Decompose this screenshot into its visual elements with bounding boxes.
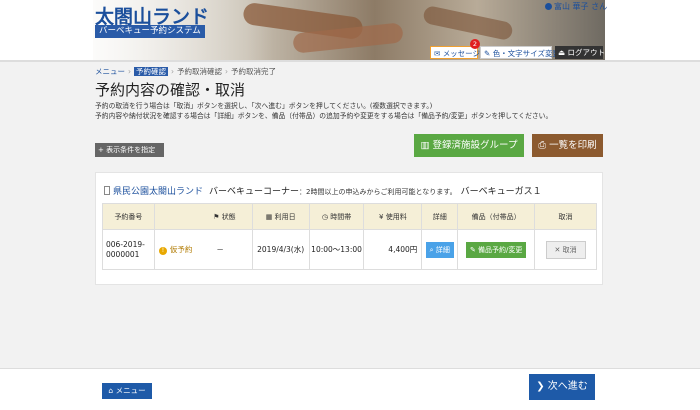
- column-header: 予約番号: [102, 203, 155, 230]
- column-header-status: ⚑ 状態: [153, 203, 253, 230]
- user-icon: [545, 3, 552, 10]
- status-cell: ! 仮予約 －: [153, 229, 253, 270]
- usage-date: 2019/4/3(水): [251, 229, 310, 270]
- page-title: 予約内容の確認・取消: [95, 81, 246, 99]
- close-icon: ✕: [554, 245, 563, 254]
- pencil-icon: ✎: [469, 245, 479, 254]
- page-description: 予約の取消を行う場合は「取消」ボタンを選択し、「次へ進む」ボタンを押してください…: [95, 101, 552, 121]
- table-row: 006-2019-0000001 ! 仮予約 － 2019/4/3(水) 10:00…: [102, 229, 597, 270]
- registered-group-label: 登録済施設グループ: [432, 140, 518, 151]
- usage-fee: 4,400円: [363, 229, 423, 270]
- equipment-cell: ✎ 備品予約/変更: [457, 229, 536, 270]
- logout-label: ログアウト: [567, 48, 605, 57]
- pencil-icon: ✎: [484, 49, 491, 58]
- clock-icon: ◷: [321, 212, 331, 221]
- column-header-date: ▦ 利用日: [251, 203, 310, 230]
- reservation-number: 006-2019-0000001: [102, 229, 155, 270]
- site-subtitle: バーベキュー予約システム: [95, 25, 205, 38]
- reservation-table: 予約番号 ⚑ 状態 ▦ 利用日 ◷ 時間帯 ¥ 使用料 詳細 備品（付帯品） 取…: [102, 203, 597, 270]
- calendar-icon: ▦: [265, 212, 275, 221]
- chat-icon: ✉: [434, 49, 441, 58]
- time-slot: 10:00～13:00: [308, 229, 365, 270]
- column-header: 詳細: [421, 203, 459, 230]
- message-count-badge: 2: [470, 39, 480, 49]
- detail-cell: ⌕ 詳細: [421, 229, 459, 270]
- menu-label: メニュー: [115, 386, 146, 395]
- facility-heading: 県民公園太閤山ランド バーベキューコーナー：2時間以上の申込みからご利用可能となり…: [104, 184, 542, 197]
- user-info: 富山 華子 さん: [545, 1, 607, 12]
- building-icon: ▥: [420, 140, 430, 151]
- breadcrumb-cancel-confirm: 予約取消確認: [177, 67, 222, 76]
- detail-button[interactable]: ⌕ 詳細: [425, 241, 454, 258]
- chevron-right-icon: ❯: [536, 381, 548, 392]
- chevron-right-icon: ›: [225, 67, 228, 76]
- description-line: 予約内容や納付状況を確認する場合は「詳細」ボタンを、備品（付帯品）の追加予約や変…: [95, 112, 553, 120]
- status-dash: －: [216, 245, 224, 254]
- column-header: 備品（付帯品）: [457, 203, 536, 230]
- breadcrumb-menu[interactable]: メニュー: [95, 67, 125, 76]
- home-icon: ⌂: [108, 386, 116, 395]
- color-size-label: 色・文字サイズ変更: [492, 49, 560, 58]
- next-button[interactable]: ❯ 次へ進む: [529, 374, 595, 400]
- equipment-reserve-button[interactable]: ✎ 備品予約/変更: [465, 241, 527, 258]
- header-divider: [0, 60, 700, 62]
- table-header-row: 予約番号 ⚑ 状態 ▦ 利用日 ◷ 時間帯 ¥ 使用料 詳細 備品（付帯品） 取…: [102, 203, 597, 230]
- status-text: 仮予約: [169, 245, 193, 254]
- column-header: 取消: [534, 203, 597, 230]
- room-name: バーベキューコーナー: [209, 187, 300, 197]
- reservation-panel: 県民公園太閤山ランド バーベキューコーナー：2時間以上の申込みからご利用可能となり…: [95, 172, 603, 285]
- user-name: 富山 華子 さん: [554, 2, 608, 11]
- breadcrumb: メニュー › 予約確認 › 予約取消確認 › 予約取消完了: [95, 66, 276, 77]
- breadcrumb-cancel-complete: 予約取消完了: [231, 67, 276, 76]
- warning-icon: !: [158, 247, 167, 255]
- print-label: 一覧を印刷: [549, 140, 597, 151]
- cancel-button[interactable]: ✕ 取消: [545, 240, 586, 259]
- logout-icon: ⏏: [558, 48, 566, 57]
- message-label: メッセージ: [442, 49, 481, 58]
- cancel-cell: ✕ 取消: [534, 229, 597, 270]
- chevron-right-icon: ›: [128, 67, 131, 76]
- breadcrumb-current: 予約確認: [134, 67, 168, 76]
- color-size-button[interactable]: ✎ 色・文字サイズ変更: [480, 46, 560, 59]
- equipment-name: バーベキューガス１: [460, 187, 542, 197]
- facility-name[interactable]: 県民公園太閤山ランド: [113, 187, 203, 197]
- print-list-button[interactable]: ⎙ 一覧を印刷: [532, 134, 603, 157]
- filter-conditions-button[interactable]: + 表示条件を指定: [95, 143, 164, 157]
- column-header-fee: ¥ 使用料: [363, 203, 423, 230]
- flag-icon: ⚑: [213, 212, 222, 221]
- document-icon: [104, 186, 110, 195]
- logout-button[interactable]: ⏏ ログアウト: [555, 46, 605, 59]
- yen-icon: ¥: [379, 212, 386, 221]
- message-button[interactable]: ✉ メッセージ: [430, 46, 481, 59]
- chevron-right-icon: ›: [171, 67, 174, 76]
- printer-icon: ⎙: [538, 140, 547, 151]
- menu-button[interactable]: ⌂ メニュー: [102, 383, 152, 399]
- registered-group-button[interactable]: ▥ 登録済施設グループ: [414, 134, 524, 157]
- description-line: 予約の取消を行う場合は「取消」ボタンを選択し、「次へ進む」ボタンを押してください…: [95, 102, 433, 110]
- next-label: 次へ進む: [547, 381, 588, 392]
- room-note: ：2時間以上の申込みからご利用可能となります。: [299, 188, 457, 196]
- column-header-time: ◷ 時間帯: [308, 203, 365, 230]
